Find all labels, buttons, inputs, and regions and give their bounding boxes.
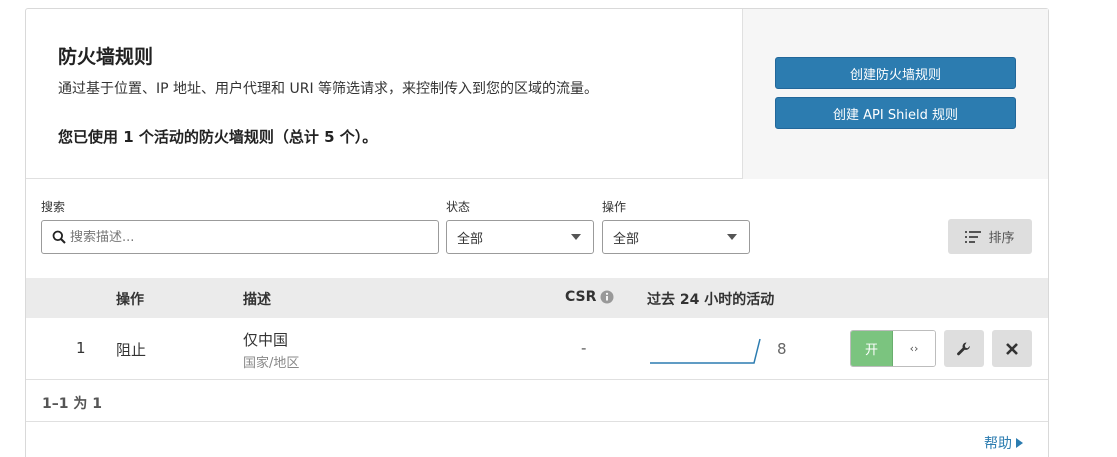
sort-button[interactable]: 排序 (948, 219, 1032, 254)
chevron-down-icon (727, 234, 737, 240)
row-action: 阻止 (116, 341, 147, 359)
search-icon (52, 230, 66, 244)
column-header-csr: CSR (565, 289, 614, 305)
close-icon (1006, 342, 1018, 355)
column-header-action: 操作 (116, 292, 144, 308)
action-label: 操作 (602, 200, 627, 214)
status-select[interactable]: 全部 (446, 220, 594, 254)
create-api-shield-rule-button[interactable]: 创建 API Shield 规则 (775, 97, 1016, 129)
page-title: 防火墙规则 (58, 46, 154, 68)
info-icon[interactable] (600, 290, 614, 304)
csr-header-label: CSR (565, 289, 597, 305)
chevron-down-icon (571, 234, 581, 240)
edit-rule-button[interactable] (944, 330, 984, 367)
column-header-description: 描述 (243, 292, 271, 308)
activity-sparkline (650, 338, 761, 364)
firewall-rules-card: 防火墙规则 通过基于位置、IP 地址、用户代理和 URI 等筛选请求，来控制传入… (25, 8, 1049, 457)
column-header-activity: 过去 24 小时的活动 (647, 292, 775, 308)
table-row: 1 阻止 仅中国 国家/地区 - 8 开 ‹› (26, 318, 1048, 380)
pagination-bar: 1–1 为 1 (26, 381, 1048, 422)
page-description: 通过基于位置、IP 地址、用户代理和 URI 等筛选请求，来控制传入到您的区域的… (58, 81, 599, 97)
sort-button-label: 排序 (988, 231, 1015, 246)
code-arrows-icon: ‹› (893, 331, 935, 366)
search-field[interactable] (41, 220, 439, 254)
rule-toggle[interactable]: 开 ‹› (850, 330, 936, 367)
delete-rule-button[interactable] (992, 330, 1032, 367)
header-actions: 创建防火墙规则 创建 API Shield 规则 (742, 9, 1048, 179)
create-firewall-rule-button[interactable]: 创建防火墙规则 (775, 57, 1016, 89)
help-link[interactable]: 帮助 (984, 433, 1023, 453)
usage-summary: 您已使用 1 个活动的防火墙规则（总计 5 个）。 (58, 128, 378, 146)
help-link-label: 帮助 (984, 436, 1012, 452)
row-description: 仅中国 (243, 331, 289, 349)
row-description-sub: 国家/地区 (243, 356, 300, 371)
table-header: 操作 描述 CSR 过去 24 小时的活动 (26, 278, 1048, 318)
pagination-summary: 1–1 为 1 (42, 396, 102, 412)
activity-count: 8 (777, 340, 787, 358)
search-input[interactable] (70, 229, 400, 245)
search-label: 搜索 (41, 200, 66, 214)
caret-right-icon (1016, 438, 1023, 448)
row-index: 1 (76, 339, 86, 357)
status-label: 状态 (446, 200, 471, 214)
action-select-value: 全部 (613, 231, 640, 247)
wrench-icon (957, 342, 970, 355)
toggle-on-label: 开 (851, 331, 894, 366)
card-header: 防火墙规则 通过基于位置、IP 地址、用户代理和 URI 等筛选请求，来控制传入… (26, 9, 1048, 179)
action-select[interactable]: 全部 (602, 220, 750, 254)
row-csr: - (581, 339, 587, 357)
status-select-value: 全部 (457, 231, 484, 247)
list-sort-icon (965, 230, 982, 243)
header-info: 防火墙规则 通过基于位置、IP 地址、用户代理和 URI 等筛选请求，来控制传入… (26, 9, 742, 179)
